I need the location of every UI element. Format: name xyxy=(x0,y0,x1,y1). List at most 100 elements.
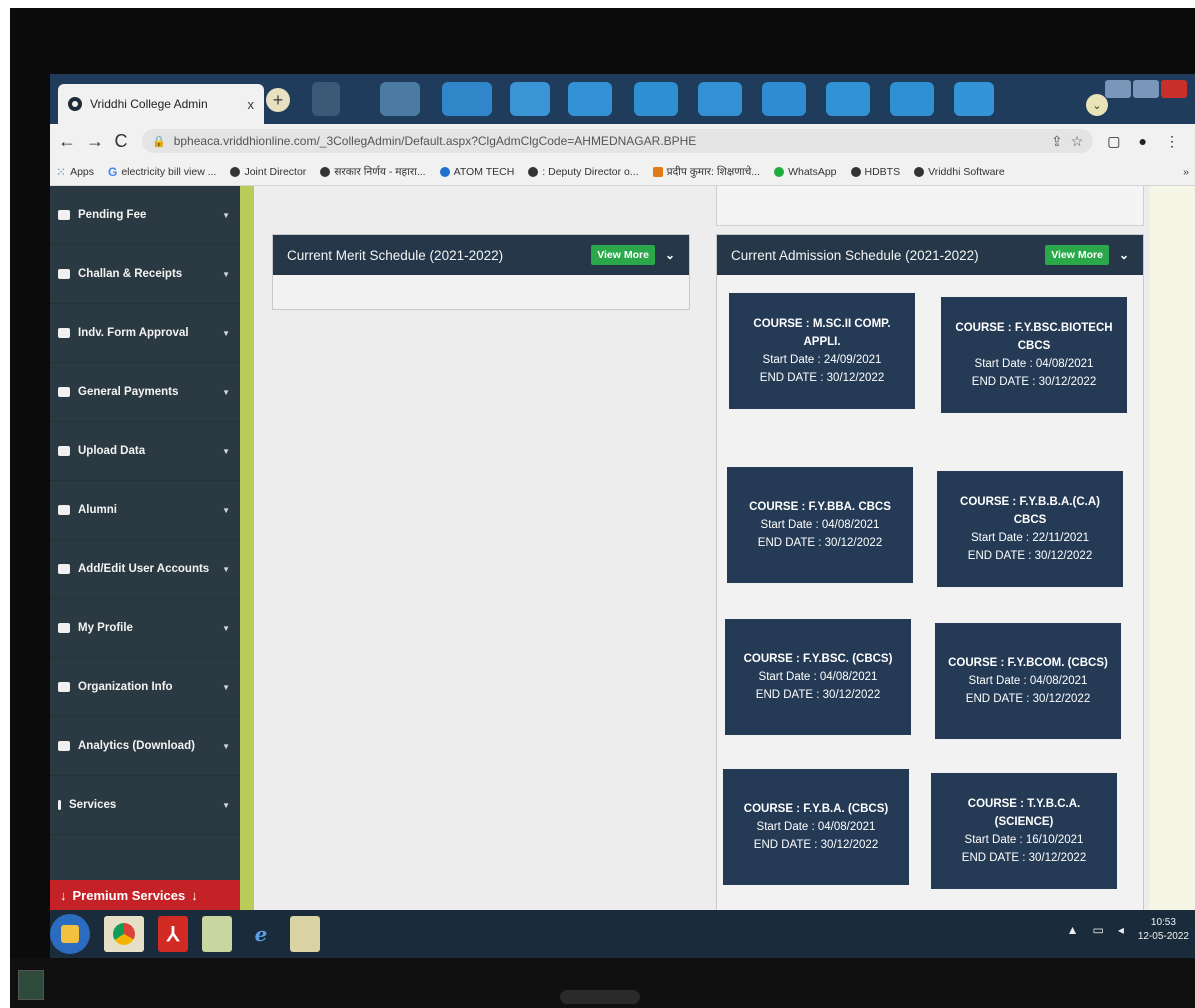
merit-collapse-chevron-icon[interactable]: ⌄ xyxy=(665,248,675,262)
bookmark-star-icon[interactable]: ☆ xyxy=(1071,133,1084,150)
course-card[interactable]: COURSE : F.Y.BSC. (CBCS) Start Date : 04… xyxy=(725,619,911,735)
course-card[interactable]: COURSE : T.Y.B.C.A. (SCIENCE) Start Date… xyxy=(931,773,1117,889)
arrow-down-icon: ↓ xyxy=(60,887,67,903)
course-card[interactable]: COURSE : F.Y.BBA. CBCS Start Date : 04/0… xyxy=(727,467,913,583)
premium-services-button[interactable]: ↓ Premium Services ↓ xyxy=(50,880,240,910)
sticker xyxy=(18,970,44,1000)
tab-favicon-icon xyxy=(68,97,82,111)
bookmark-pradeep[interactable]: प्रदीप कुमार: शिक्षणाचे... xyxy=(652,165,760,179)
bookmark-whatsapp[interactable]: WhatsApp xyxy=(774,166,837,178)
merit-panel-title: Current Merit Schedule (2021-2022) xyxy=(287,247,504,263)
background-decoration xyxy=(826,82,870,116)
file-explorer-taskbar-icon[interactable] xyxy=(202,916,232,952)
caret-down-icon: ▼ xyxy=(222,269,230,279)
reload-icon[interactable]: C xyxy=(114,131,128,152)
admission-view-more-button[interactable]: View More xyxy=(1045,245,1109,265)
merit-panel-header: Current Merit Schedule (2021-2022) View … xyxy=(273,235,689,275)
caret-down-icon: ▼ xyxy=(222,328,230,338)
close-window-button[interactable] xyxy=(1161,80,1187,98)
whatsapp-icon xyxy=(774,166,785,177)
sidebar-item-challan-receipts[interactable]: Challan & Receipts ▼ xyxy=(50,245,240,304)
admission-schedule-panel: Current Admission Schedule (2021-2022) V… xyxy=(716,234,1144,910)
bookmark-atom-tech[interactable]: ATOM TECH xyxy=(439,166,514,178)
background-decoration xyxy=(568,82,612,116)
sidebar-item-user-accounts[interactable]: Add/Edit User Accounts ▼ xyxy=(50,540,240,599)
admission-collapse-chevron-icon[interactable]: ⌄ xyxy=(1119,248,1129,262)
sidebar-item-my-profile[interactable]: My Profile ▼ xyxy=(50,599,240,658)
arrow-down-icon: ↓ xyxy=(191,887,198,903)
sidebar-item-form-approval[interactable]: Indv. Form Approval ▼ xyxy=(50,304,240,363)
sidebar-item-analytics[interactable]: Analytics (Download) ▼ xyxy=(50,717,240,776)
globe-icon xyxy=(850,166,861,177)
maximize-button[interactable] xyxy=(1133,80,1159,98)
media-taskbar-icon[interactable] xyxy=(290,916,320,952)
tab-title: Vriddhi College Admin xyxy=(90,97,208,111)
acrobat-taskbar-icon[interactable]: ⅄ xyxy=(158,916,188,952)
windows-taskbar: ⅄ e ▲ ▭ ◂ 10:53 12-05-2022 xyxy=(50,910,1195,958)
sidebar-item-general-payments[interactable]: General Payments ▼ xyxy=(50,363,240,422)
merit-schedule-panel: Current Merit Schedule (2021-2022) View … xyxy=(272,234,690,310)
merit-view-more-button[interactable]: View More xyxy=(591,245,655,265)
course-card[interactable]: COURSE : F.Y.B.B.A.(C.A) CBCS Start Date… xyxy=(937,471,1123,587)
user-icon xyxy=(58,446,70,456)
bookmark-icon xyxy=(652,166,663,177)
sidebar-item-pending-fee[interactable]: Pending Fee ▼ xyxy=(50,186,240,245)
chart-icon xyxy=(58,741,70,751)
sidebar-item-services[interactable]: Services ▼ xyxy=(50,776,240,835)
sidebar-item-organization-info[interactable]: Organization Info ▼ xyxy=(50,658,240,717)
receipt-icon xyxy=(58,269,70,279)
caret-down-icon: ▼ xyxy=(222,741,230,751)
bookmark-deputy-director[interactable]: : Deputy Director o... xyxy=(528,166,639,178)
bookmark-hdbts[interactable]: HDBTS xyxy=(850,166,900,178)
bezel-top xyxy=(10,8,1195,74)
globe-icon xyxy=(230,166,241,177)
course-card[interactable]: COURSE : F.Y.BCOM. (CBCS) Start Date : 0… xyxy=(935,623,1121,739)
caret-down-icon: ▼ xyxy=(222,800,230,810)
caret-down-icon: ▼ xyxy=(222,682,230,692)
internet-explorer-icon[interactable]: e xyxy=(246,916,276,952)
bookmark-apps[interactable]: ⁙ Apps xyxy=(56,165,94,179)
background-decoration xyxy=(380,82,420,116)
account-icon[interactable]: ● xyxy=(1139,133,1147,150)
volume-icon[interactable]: ◂ xyxy=(1118,923,1124,937)
sidebar-item-alumni[interactable]: Alumni ▼ xyxy=(50,481,240,540)
bookmark-sarkar[interactable]: सरकार निर्णय - महारा... xyxy=(320,165,426,179)
background-decoration xyxy=(312,82,340,116)
admission-panel-title: Current Admission Schedule (2021-2022) xyxy=(731,247,979,263)
bezel-left xyxy=(10,8,50,1008)
url-field[interactable]: 🔒 bpheaca.vriddhionline.com/_3CollegAdmi… xyxy=(142,129,1094,153)
screen: Vriddhi College Admin x + ⌄ ← → C 🔒 bphe… xyxy=(50,74,1195,958)
course-card[interactable]: COURSE : M.SC.II COMP. APPLI. Start Date… xyxy=(729,293,915,409)
caret-down-icon: ▼ xyxy=(222,387,230,397)
share-icon[interactable]: ⇪ xyxy=(1051,133,1063,150)
network-icon[interactable]: ▭ xyxy=(1092,923,1103,937)
menu-icon[interactable]: ⋮ xyxy=(1165,133,1179,150)
window-controls xyxy=(1105,80,1187,98)
back-icon[interactable]: ← xyxy=(58,131,76,152)
premium-services-label: Premium Services xyxy=(72,887,186,903)
tray-arrow-icon[interactable]: ▲ xyxy=(1067,923,1079,937)
tab-close-icon[interactable]: x xyxy=(248,97,255,112)
start-button[interactable] xyxy=(50,914,90,954)
globe-icon xyxy=(320,166,331,177)
system-clock[interactable]: 10:53 12-05-2022 xyxy=(1138,916,1189,944)
page-right-margin xyxy=(1150,186,1195,910)
bookmark-electricity[interactable]: Gelectricity bill view ... xyxy=(108,165,216,179)
forward-icon[interactable]: → xyxy=(86,131,104,152)
chrome-taskbar-icon[interactable] xyxy=(104,916,144,952)
course-card[interactable]: COURSE : F.Y.B.A. (CBCS) Start Date : 04… xyxy=(723,769,909,885)
bookmark-vriddhi-software[interactable]: Vriddhi Software xyxy=(914,166,1005,178)
windows-logo-icon xyxy=(61,925,79,943)
background-decoration xyxy=(698,82,742,116)
course-card[interactable]: COURSE : F.Y.BSC.BIOTECH CBCS Start Date… xyxy=(941,297,1127,413)
background-decoration xyxy=(510,82,550,116)
browser-tab[interactable]: Vriddhi College Admin x xyxy=(58,84,264,124)
sidebar-item-upload-data[interactable]: Upload Data ▼ xyxy=(50,422,240,481)
sidepanel-icon[interactable]: ▢ xyxy=(1107,133,1120,150)
caret-down-icon: ▼ xyxy=(222,564,230,574)
bookmark-joint-director[interactable]: Joint Director xyxy=(230,166,306,178)
new-tab-button[interactable]: + xyxy=(266,88,290,112)
fee-icon xyxy=(58,210,70,220)
minimize-button[interactable] xyxy=(1105,80,1131,98)
more-bookmarks-icon[interactable]: » xyxy=(1183,166,1189,178)
